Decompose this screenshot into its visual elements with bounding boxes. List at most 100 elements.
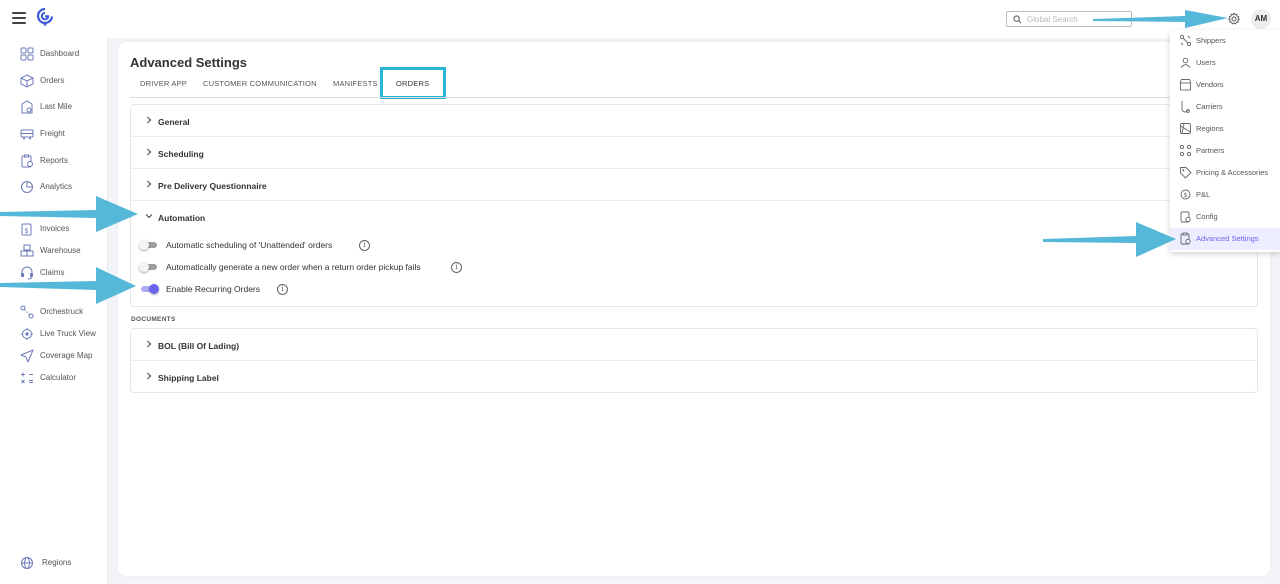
globe-icon bbox=[21, 557, 33, 569]
vendors-icon bbox=[1179, 79, 1192, 91]
orders-tab-highlight bbox=[380, 67, 446, 99]
regions-icon bbox=[1180, 123, 1191, 134]
chevron-right-icon bbox=[147, 148, 152, 156]
menu-item-users[interactable]: Users bbox=[1170, 52, 1280, 74]
sidebar: Dashboard Orders Last Mile Freight Repor… bbox=[0, 38, 108, 584]
toggle-row-recurring-orders: Enable Recurring Orders i bbox=[139, 281, 539, 295]
partners-icon bbox=[1179, 144, 1192, 157]
reports-icon bbox=[21, 154, 33, 168]
section-general[interactable]: General bbox=[131, 105, 1257, 137]
menu-item-label: Regions bbox=[1196, 124, 1224, 133]
sidebar-item-label: Regions bbox=[42, 558, 72, 567]
analytics-icon bbox=[21, 181, 33, 193]
menu-item-partners[interactable]: Partners bbox=[1170, 140, 1280, 162]
annotation-arrow-advanced-settings bbox=[1043, 222, 1176, 257]
config-icon bbox=[1180, 211, 1191, 223]
page-title: Advanced Settings bbox=[130, 55, 248, 70]
sidebar-item-calculator[interactable]: Calculator bbox=[0, 368, 108, 388]
sidebar-item-reports[interactable]: Reports bbox=[0, 151, 108, 171]
menu-item-label: Users bbox=[1196, 58, 1216, 67]
live-truck-icon bbox=[21, 328, 33, 340]
sidebar-item-warehouse[interactable]: Warehouse bbox=[0, 241, 108, 261]
recurring-orders-toggle[interactable] bbox=[139, 284, 159, 294]
section-label: Automation bbox=[158, 213, 206, 223]
section-pre-delivery-questionnaire[interactable]: Pre Delivery Questionnaire bbox=[131, 169, 1257, 201]
dashboard-icon bbox=[20, 47, 34, 61]
sidebar-item-label: Reports bbox=[40, 156, 69, 165]
sidebar-item-last-mile[interactable]: Last Mile bbox=[0, 97, 108, 117]
tab-driver-app[interactable]: DRIVER APP bbox=[140, 79, 187, 88]
sidebar-item-live-truck-view[interactable]: Live Truck View bbox=[0, 324, 108, 344]
annotation-arrow-recurring-orders bbox=[0, 267, 136, 304]
calculator-icon bbox=[21, 372, 33, 384]
sidebar-item-label: Analytics bbox=[40, 182, 73, 191]
menu-item-config[interactable]: Config bbox=[1170, 206, 1280, 228]
orchestruck-icon bbox=[20, 305, 34, 319]
toggle-row-return-order-generation: Automatically generate a new order when … bbox=[139, 259, 539, 273]
unattended-scheduling-toggle[interactable] bbox=[139, 240, 159, 250]
sidebar-item-label: Calculator bbox=[40, 373, 77, 382]
menu-item-label: Config bbox=[1196, 212, 1218, 221]
sidebar-item-dashboard[interactable]: Dashboard bbox=[0, 44, 108, 64]
settings-accordion: General Scheduling Pre Delivery Question… bbox=[130, 104, 1258, 307]
menu-item-label: Carriers bbox=[1196, 102, 1223, 111]
menu-item-label: Advanced Settings bbox=[1196, 234, 1259, 243]
tabs-divider bbox=[130, 97, 1258, 98]
tab-customer-communication[interactable]: CUSTOMER COMMUNICATION bbox=[203, 79, 317, 88]
sidebar-item-label: Live Truck View bbox=[40, 329, 96, 338]
pricing-tag-icon bbox=[1180, 167, 1192, 179]
documents-accordion: BOL (Bill Of Lading) Shipping Label bbox=[130, 328, 1258, 393]
info-icon[interactable]: i bbox=[277, 284, 288, 295]
users-icon bbox=[1180, 57, 1191, 68]
search-icon bbox=[1013, 15, 1022, 24]
chevron-right-icon bbox=[147, 116, 152, 124]
chevron-down-icon bbox=[145, 214, 153, 219]
section-label: Shipping Label bbox=[158, 373, 219, 383]
chevron-right-icon bbox=[147, 340, 152, 348]
tab-manifests[interactable]: MANIFESTS bbox=[333, 79, 378, 88]
sidebar-item-label: Dashboard bbox=[40, 49, 80, 58]
sidebar-item-orders[interactable]: Orders bbox=[0, 71, 108, 91]
section-shipping-label[interactable]: Shipping Label bbox=[131, 361, 1257, 393]
menu-item-advanced-settings[interactable]: Advanced Settings bbox=[1170, 228, 1280, 250]
annotation-arrow-automation bbox=[0, 196, 138, 232]
toggle-row-unattended-scheduling: Automatic scheduling of 'Unattended' ord… bbox=[139, 237, 539, 251]
section-scheduling[interactable]: Scheduling bbox=[131, 137, 1257, 169]
settings-dropdown-menu: Shippers Users Vendors Carriers Regions … bbox=[1170, 30, 1280, 252]
sidebar-item-freight[interactable]: Freight bbox=[0, 124, 108, 144]
coverage-map-icon bbox=[20, 349, 34, 363]
sidebar-item-label: Warehouse bbox=[40, 246, 81, 255]
info-icon[interactable]: i bbox=[359, 240, 370, 251]
sidebar-item-regions[interactable]: Regions bbox=[0, 553, 108, 573]
toggle-label: Enable Recurring Orders bbox=[166, 284, 261, 294]
annotation-arrow-gear bbox=[1093, 10, 1228, 28]
section-label: Scheduling bbox=[158, 149, 204, 159]
menu-item-regions[interactable]: Regions bbox=[1170, 118, 1280, 140]
section-label: General bbox=[158, 117, 190, 127]
menu-item-vendors[interactable]: Vendors bbox=[1170, 74, 1280, 96]
chevron-right-icon bbox=[147, 180, 152, 188]
sidebar-item-coverage-map[interactable]: Coverage Map bbox=[0, 346, 108, 366]
menu-item-pl[interactable]: $ P&L bbox=[1170, 184, 1280, 206]
menu-item-carriers[interactable]: Carriers bbox=[1170, 96, 1280, 118]
sidebar-item-label: Last Mile bbox=[40, 102, 73, 111]
menu-item-pricing-accessories[interactable]: Pricing & Accessories bbox=[1170, 162, 1280, 184]
sidebar-item-label: Freight bbox=[40, 129, 65, 138]
hamburger-menu-icon[interactable] bbox=[12, 12, 26, 24]
info-icon[interactable]: i bbox=[451, 262, 462, 273]
section-label: BOL (Bill Of Lading) bbox=[158, 341, 240, 351]
sidebar-item-label: Coverage Map bbox=[40, 351, 93, 360]
return-order-generation-toggle[interactable] bbox=[139, 262, 159, 272]
toggle-label: Automatically generate a new order when … bbox=[166, 262, 421, 272]
profit-loss-icon: $ bbox=[1180, 189, 1191, 200]
app-logo[interactable] bbox=[37, 8, 53, 26]
toggle-label: Automatic scheduling of 'Unattended' ord… bbox=[166, 240, 333, 250]
section-bol[interactable]: BOL (Bill Of Lading) bbox=[131, 329, 1257, 361]
section-label: Pre Delivery Questionnaire bbox=[158, 181, 267, 191]
sidebar-item-label: Orders bbox=[40, 76, 65, 85]
menu-item-label: P&L bbox=[1196, 190, 1211, 199]
menu-item-label: Pricing & Accessories bbox=[1196, 168, 1269, 177]
svg-text:$: $ bbox=[1184, 192, 1188, 199]
orders-icon bbox=[20, 74, 34, 88]
user-avatar[interactable]: AM bbox=[1251, 9, 1271, 29]
